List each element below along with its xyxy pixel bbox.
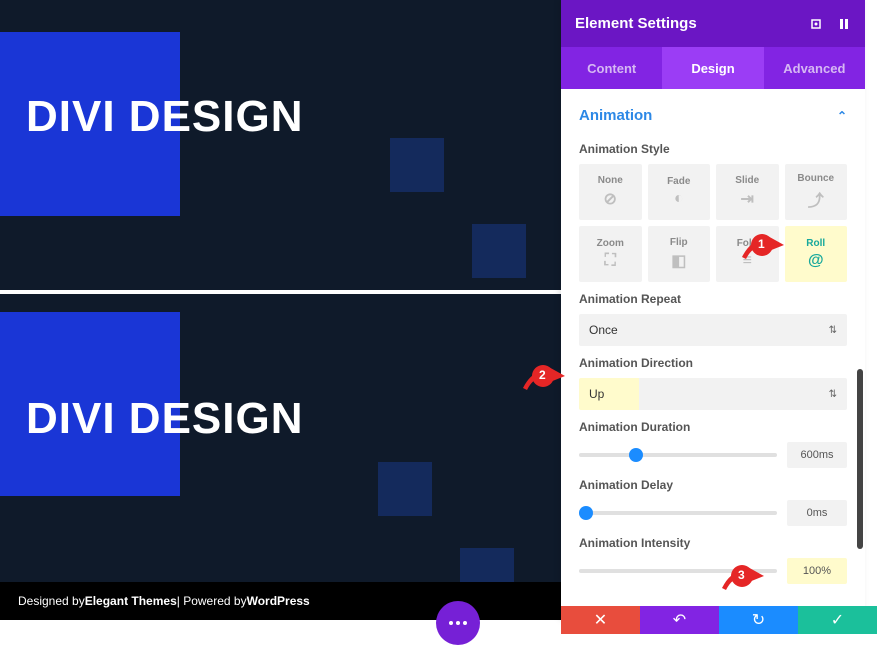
style-flip[interactable]: Flip◧ — [648, 226, 711, 282]
slider-animation-duration[interactable]: 600ms — [579, 442, 847, 468]
callout-1: 1 — [740, 225, 796, 265]
slider-value[interactable]: 600ms — [787, 442, 847, 468]
style-slide[interactable]: Slide⇥ — [716, 164, 779, 220]
hero-text: DIVI DESIGN — [26, 394, 304, 444]
callout-2: 2 — [521, 356, 577, 396]
close-icon: ✕ — [594, 610, 607, 630]
decor-square — [390, 138, 444, 192]
redo-icon: ↻ — [752, 610, 765, 630]
style-none[interactable]: None⊘ — [579, 164, 642, 220]
slider-track[interactable] — [579, 511, 777, 515]
dots-icon — [449, 621, 467, 625]
label-animation-delay: Animation Delay — [579, 478, 847, 492]
preview-canvas: DIVI DESIGN DIVI DESIGN — [0, 0, 561, 582]
slider-animation-intensity[interactable]: 100% — [579, 558, 847, 584]
label-animation-intensity: Animation Intensity — [579, 536, 847, 550]
select-arrows-icon: ⇅ — [829, 389, 837, 400]
zoom-icon: ⛶ — [605, 252, 616, 270]
action-bar: ✕ ↶ ↻ ✓ — [561, 606, 877, 634]
tab-design[interactable]: Design — [662, 47, 763, 89]
expand-icon[interactable] — [809, 17, 823, 31]
label-animation-duration: Animation Duration — [579, 420, 847, 434]
snap-icon[interactable] — [837, 17, 851, 31]
undo-button[interactable]: ↶ — [640, 606, 719, 634]
footer-text: Designed by — [18, 594, 85, 608]
style-bounce[interactable]: Bounce⤴ — [785, 164, 848, 220]
section-toggle-animation[interactable]: Animation ⌃ — [579, 103, 847, 132]
footer-brand: WordPress — [247, 594, 310, 608]
panel-title: Element Settings — [575, 15, 697, 32]
roll-icon: @ — [808, 252, 824, 270]
fade-icon: ◐ — [674, 190, 684, 208]
check-icon: ✓ — [831, 610, 844, 630]
slider-animation-delay[interactable]: 0ms — [579, 500, 847, 526]
label-animation-repeat: Animation Repeat — [579, 292, 847, 306]
preview-block-1: DIVI DESIGN — [0, 0, 561, 290]
undo-icon: ↶ — [673, 610, 686, 630]
panel-scrollbar[interactable] — [857, 369, 863, 549]
discard-button[interactable]: ✕ — [561, 606, 640, 634]
settings-panel: Element Settings Content Design Advanced… — [561, 0, 865, 620]
footer-brand: Elegant Themes — [85, 594, 177, 608]
callout-3: 3 — [720, 556, 776, 596]
save-button[interactable]: ✓ — [798, 606, 877, 634]
animation-style-grid: None⊘ Fade◐ Slide⇥ Bounce⤴ Zoom⛶ Flip◧ F… — [579, 164, 847, 282]
footer-text: | Powered by — [177, 594, 247, 608]
page-settings-fab[interactable] — [436, 601, 480, 645]
slide-icon: ⇥ — [741, 189, 754, 209]
slider-track[interactable] — [579, 453, 777, 457]
decor-square — [472, 224, 526, 278]
section-title: Animation — [579, 107, 652, 124]
flip-icon: ◧ — [671, 251, 686, 271]
tab-content[interactable]: Content — [561, 47, 662, 89]
bounce-icon: ⤴ — [808, 187, 824, 211]
tabs: Content Design Advanced — [561, 47, 865, 89]
slider-thumb[interactable] — [579, 506, 593, 520]
panel-body: Animation ⌃ Animation Style None⊘ Fade◐ … — [561, 89, 865, 620]
label-animation-direction: Animation Direction — [579, 356, 847, 370]
chevron-up-icon: ⌃ — [837, 109, 847, 123]
decor-square — [378, 462, 432, 516]
slider-thumb[interactable] — [629, 448, 643, 462]
preview-block-2: DIVI DESIGN — [0, 294, 561, 584]
select-animation-direction[interactable]: Up ⇅ — [579, 378, 847, 410]
redo-button[interactable]: ↻ — [719, 606, 798, 634]
slider-value[interactable]: 100% — [787, 558, 847, 584]
slider-value[interactable]: 0ms — [787, 500, 847, 526]
tab-advanced[interactable]: Advanced — [764, 47, 865, 89]
panel-header: Element Settings — [561, 0, 865, 47]
none-icon: ⊘ — [604, 189, 617, 209]
style-fade[interactable]: Fade◐ — [648, 164, 711, 220]
label-animation-style: Animation Style — [579, 142, 847, 156]
select-arrows-icon: ⇅ — [829, 325, 837, 336]
hero-text: DIVI DESIGN — [26, 92, 304, 142]
select-animation-repeat[interactable]: Once ⇅ — [579, 314, 847, 346]
style-zoom[interactable]: Zoom⛶ — [579, 226, 642, 282]
